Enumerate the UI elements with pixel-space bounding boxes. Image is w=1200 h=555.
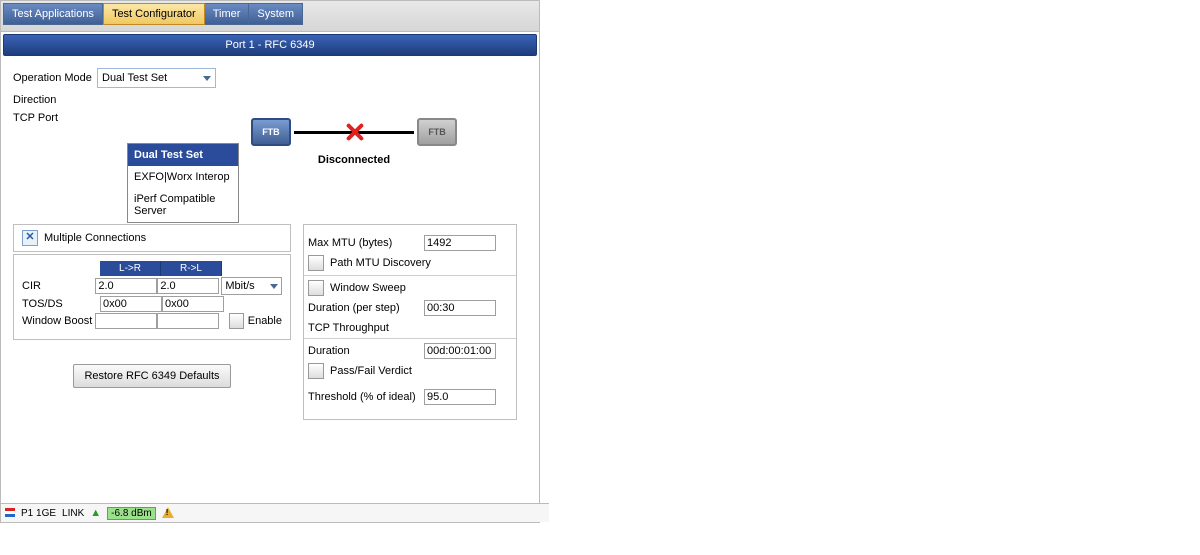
window-boost-rl-input[interactable] — [157, 313, 219, 329]
status-link: LINK — [62, 508, 84, 519]
connection-diagram: FTB FTB Disconnected — [239, 118, 469, 166]
tcp-throughput-heading: TCP Throughput — [308, 322, 508, 334]
chevron-down-icon — [203, 76, 211, 81]
local-node-icon: FTB — [251, 118, 291, 146]
top-tab-bar: Test Applications Test Configurator Time… — [1, 1, 539, 32]
cir-lr-input[interactable] — [95, 278, 157, 294]
tab-test-applications[interactable]: Test Applications — [3, 3, 103, 25]
warning-icon — [162, 507, 174, 519]
connection-grid: L->R R->L CIR Mbit/s TOS/DS — [13, 254, 291, 340]
window-boost-label: Window Boost — [22, 315, 95, 327]
enable-checkbox[interactable] — [229, 313, 244, 329]
connection-status: Disconnected — [239, 154, 469, 166]
disconnected-x-icon — [345, 123, 363, 141]
page-title: Port 1 - RFC 6349 — [3, 34, 537, 56]
pass-fail-checkbox[interactable] — [308, 363, 324, 379]
duration-label: Duration — [308, 345, 424, 357]
cir-rl-input[interactable] — [157, 278, 219, 294]
enable-label: Enable — [248, 315, 282, 327]
tab-test-configurator[interactable]: Test Configurator — [103, 3, 205, 25]
tos-rl-input[interactable] — [162, 296, 224, 312]
direction-label: Direction — [13, 94, 97, 106]
status-bar: P1 1GE LINK ▲ -6.8 dBm — [1, 503, 549, 522]
dropdown-option-exfo-worx[interactable]: EXFO|Worx Interop — [128, 166, 238, 188]
pass-fail-label: Pass/Fail Verdict — [330, 365, 412, 377]
path-mtu-label: Path MTU Discovery — [330, 257, 431, 269]
window-sweep-label: Window Sweep — [330, 282, 406, 294]
flag-icon — [5, 508, 15, 518]
operation-mode-dropdown[interactable]: Dual Test Set EXFO|Worx Interop iPerf Co… — [127, 143, 239, 223]
restore-defaults-button[interactable]: Restore RFC 6349 Defaults — [73, 364, 231, 388]
chevron-down-icon — [270, 284, 278, 289]
cir-unit-select[interactable]: Mbit/s — [221, 277, 282, 295]
threshold-label: Threshold (% of ideal) — [308, 391, 424, 403]
window-boost-lr-input[interactable] — [95, 313, 157, 329]
link-up-icon: ▲ — [90, 507, 101, 519]
column-header-lr: L->R — [100, 261, 161, 276]
max-mtu-label: Max MTU (bytes) — [308, 237, 424, 249]
max-mtu-input[interactable] — [424, 235, 496, 251]
tab-timer[interactable]: Timer — [205, 3, 250, 25]
window-sweep-checkbox[interactable] — [308, 280, 324, 296]
duration-per-step-input[interactable] — [424, 300, 496, 316]
cir-label: CIR — [22, 280, 95, 292]
multiple-connections-panel: ✕ Multiple Connections — [13, 224, 291, 252]
multiple-connections-label: Multiple Connections — [44, 232, 146, 244]
column-header-rl: R->L — [161, 261, 222, 276]
tcp-port-label: TCP Port — [13, 112, 97, 124]
tab-system[interactable]: System — [249, 3, 303, 25]
threshold-input[interactable] — [424, 389, 496, 405]
tos-lr-input[interactable] — [100, 296, 162, 312]
operation-mode-select[interactable]: Dual Test Set — [97, 68, 216, 88]
remote-node-icon: FTB — [417, 118, 457, 146]
dropdown-option-dual-test-set[interactable]: Dual Test Set — [128, 144, 238, 166]
tos-label: TOS/DS — [22, 298, 100, 310]
operation-mode-value: Dual Test Set — [102, 72, 167, 84]
close-icon[interactable]: ✕ — [22, 230, 38, 246]
cir-unit-value: Mbit/s — [225, 280, 254, 292]
duration-input[interactable] — [424, 343, 496, 359]
operation-mode-label: Operation Mode — [13, 72, 97, 84]
status-dbm: -6.8 dBm — [107, 507, 156, 520]
path-mtu-checkbox[interactable] — [308, 255, 324, 271]
status-port: P1 1GE — [21, 508, 56, 519]
dropdown-option-iperf[interactable]: iPerf Compatible Server — [128, 188, 238, 222]
right-settings-panel: Max MTU (bytes) Path MTU Discovery Windo… — [303, 224, 517, 420]
link-line — [294, 131, 414, 134]
duration-per-step-label: Duration (per step) — [308, 302, 424, 314]
